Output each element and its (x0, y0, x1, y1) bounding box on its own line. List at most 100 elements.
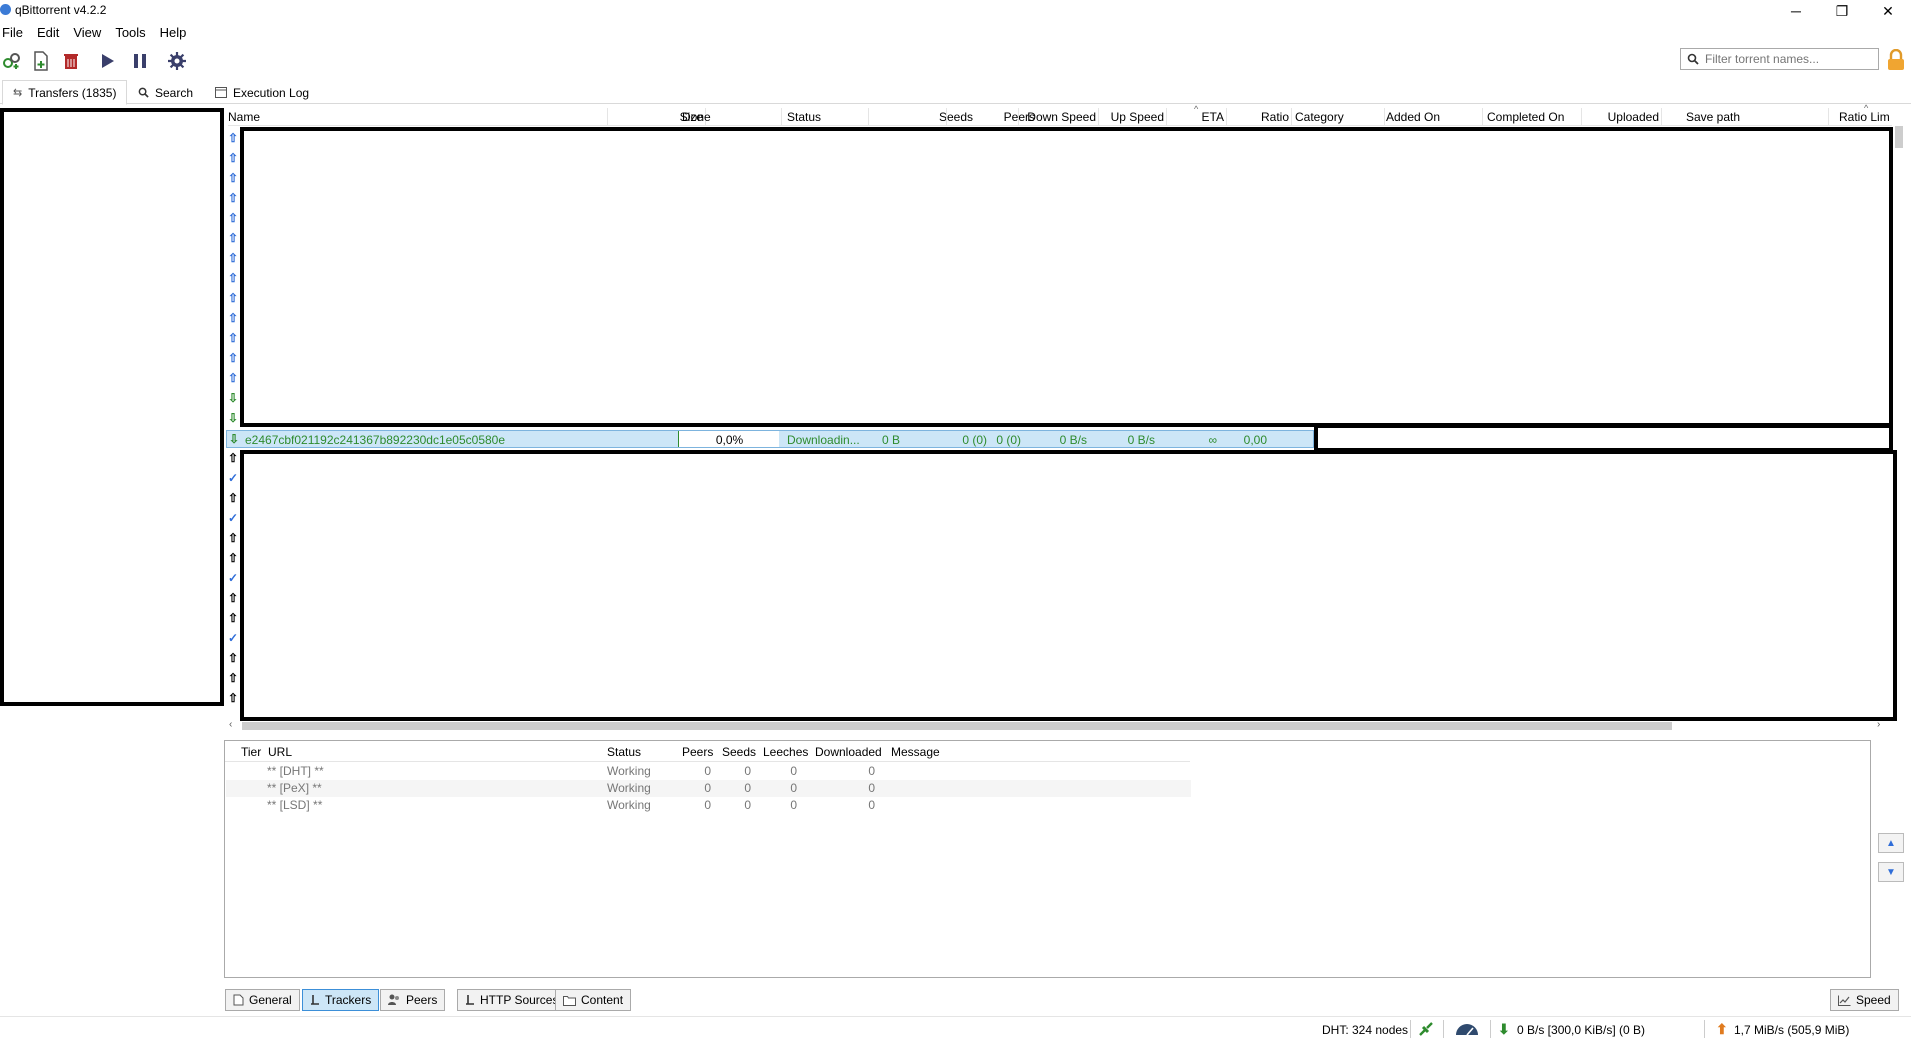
uploading-icon: ⇧ (227, 451, 239, 465)
move-tracker-up-button[interactable]: ▲ (1878, 833, 1904, 853)
connection-status-icon[interactable] (1418, 1021, 1434, 1040)
menu-help[interactable]: Help (160, 25, 187, 40)
pause-button[interactable] (128, 50, 152, 72)
menu-tools[interactable]: Tools (115, 25, 145, 40)
progress-bar: 0,0% (678, 431, 779, 447)
alt-speed-icon[interactable] (1455, 1023, 1479, 1039)
menu-view[interactable]: View (73, 25, 101, 40)
sort-indicator-icon: ^ (1864, 103, 1869, 113)
vertical-scrollbar[interactable] (1893, 108, 1906, 718)
uploading-icon: ⇧ (227, 531, 239, 545)
scroll-thumb[interactable] (242, 722, 1672, 730)
scroll-left-icon[interactable]: ‹ (229, 719, 232, 730)
triangle-up-icon: ▲ (1886, 837, 1896, 849)
tracker-col-message[interactable]: Message (891, 745, 940, 759)
http-sources-icon (466, 995, 474, 1005)
resume-button[interactable] (96, 50, 120, 72)
col-added-on[interactable]: Added On (1386, 110, 1440, 124)
options-button[interactable] (165, 50, 189, 72)
tab-http-sources[interactable]: HTTP Sources (457, 989, 567, 1011)
seeding-icon: ⇧ (227, 311, 239, 325)
tracker-peers: 0 (704, 764, 711, 778)
col-name[interactable]: Name (228, 110, 260, 124)
tracker-col-status[interactable]: Status (607, 745, 641, 759)
col-category[interactable]: Category (1295, 110, 1344, 124)
col-down-speed[interactable]: Down Speed (1019, 110, 1096, 124)
status-bar: DHT: 324 nodes ⬇ 0 B/s [300,0 KiB/s] (0 … (0, 1016, 1911, 1041)
col-save-path[interactable]: Save path (1686, 110, 1740, 124)
lock-icon (1888, 48, 1904, 70)
completed-icon: ✓ (227, 471, 239, 485)
minimize-button[interactable]: ─ (1773, 0, 1819, 22)
tracker-downloaded: 0 (868, 781, 875, 795)
tracker-peers: 0 (704, 798, 711, 812)
torrent-status: Downloadin... (787, 433, 860, 447)
completed-icon: ✓ (227, 511, 239, 525)
progress-text: 0,0% (715, 433, 744, 447)
move-tracker-down-button[interactable]: ▼ (1878, 862, 1904, 882)
delete-torrent-button[interactable] (59, 50, 83, 72)
add-file-icon (34, 51, 48, 71)
uploading-icon: ⇧ (227, 691, 239, 705)
tracker-row[interactable]: ** [LSD] ** Working 0 0 0 0 (226, 797, 1191, 814)
col-uploaded[interactable]: Uploaded (1580, 110, 1659, 124)
col-status[interactable]: Status (787, 110, 821, 124)
redacted-rows-top (240, 127, 1893, 427)
filter-box[interactable] (1680, 48, 1879, 70)
tab-http-sources-label: HTTP Sources (480, 993, 559, 1007)
col-ratio[interactable]: Ratio (1228, 110, 1289, 124)
redacted-rows-bottom (240, 450, 1897, 721)
add-torrent-link-button[interactable] (0, 50, 24, 72)
completed-icon: ✓ (227, 571, 239, 585)
torrent-down-speed: 0 B/s (1059, 433, 1087, 447)
col-completed-on[interactable]: Completed On (1487, 110, 1564, 124)
col-up-speed[interactable]: Up Speed (1098, 110, 1164, 124)
tracker-col-downloaded[interactable]: Downloaded (815, 745, 882, 759)
tracker-downloaded: 0 (868, 764, 875, 778)
scroll-right-icon[interactable]: › (1877, 719, 1880, 730)
menu-file[interactable]: File (2, 25, 23, 40)
tab-peers[interactable]: Peers (380, 989, 446, 1011)
tracker-row[interactable]: ** [DHT] ** Working 0 0 0 0 (226, 763, 1191, 780)
tracker-col-seeds[interactable]: Seeds (722, 745, 756, 759)
upload-speed[interactable]: 1,7 MiB/s (505,9 MiB) (1734, 1023, 1849, 1037)
tab-trackers[interactable]: Trackers (302, 989, 380, 1011)
minimize-icon: ─ (1791, 3, 1801, 19)
title-bar: qBittorrent v4.2.2 ─ ❐ ✕ (0, 0, 1911, 22)
tracker-col-leeches[interactable]: Leeches (763, 745, 808, 759)
tracker-seeds: 0 (744, 781, 751, 795)
filter-input[interactable] (1705, 52, 1875, 66)
uploading-icon: ⇧ (227, 651, 239, 665)
tab-general[interactable]: General (225, 989, 300, 1011)
add-torrent-file-button[interactable] (29, 50, 53, 72)
tab-content-label: Content (581, 993, 624, 1007)
close-button[interactable]: ✕ (1865, 0, 1911, 22)
tracker-row[interactable]: ** [PeX] ** Working 0 0 0 0 (226, 780, 1191, 797)
tab-transfers[interactable]: ⇆ Transfers (1835) (2, 80, 128, 105)
seeding-icon: ⇧ (227, 131, 239, 145)
horizontal-scrollbar[interactable]: ‹ › (228, 719, 1892, 732)
log-icon (215, 87, 227, 98)
lock-button[interactable] (1886, 48, 1906, 71)
seeding-icon: ⇧ (227, 371, 239, 385)
col-done[interactable]: Done (682, 110, 711, 124)
col-seeds[interactable]: Seeds (908, 110, 973, 124)
tab-content[interactable]: Content (555, 989, 632, 1011)
seeding-icon: ⇧ (227, 211, 239, 225)
tracker-col-tier[interactable]: Tier (241, 745, 261, 759)
pause-icon (134, 54, 146, 68)
vertical-scroll-thumb[interactable] (1895, 126, 1903, 148)
gear-icon (168, 52, 186, 70)
tab-search[interactable]: Search (128, 80, 203, 105)
uploading-icon: ⇧ (227, 671, 239, 685)
tab-speed[interactable]: Speed (1830, 989, 1899, 1011)
dht-nodes: DHT: 324 nodes (1322, 1023, 1409, 1037)
menu-edit[interactable]: Edit (37, 25, 59, 40)
tab-execution-log[interactable]: Execution Log (205, 80, 319, 105)
tracker-col-url[interactable]: URL (268, 745, 292, 759)
download-speed[interactable]: 0 B/s [300,0 KiB/s] (0 B) (1517, 1023, 1645, 1037)
tracker-col-peers[interactable]: Peers (682, 745, 713, 759)
seeding-icon: ⇧ (227, 351, 239, 365)
table-row-selected[interactable]: ⇩ e2467cbf021192c241367b892230dc1e05c058… (226, 430, 1314, 448)
restore-button[interactable]: ❐ (1819, 0, 1865, 22)
